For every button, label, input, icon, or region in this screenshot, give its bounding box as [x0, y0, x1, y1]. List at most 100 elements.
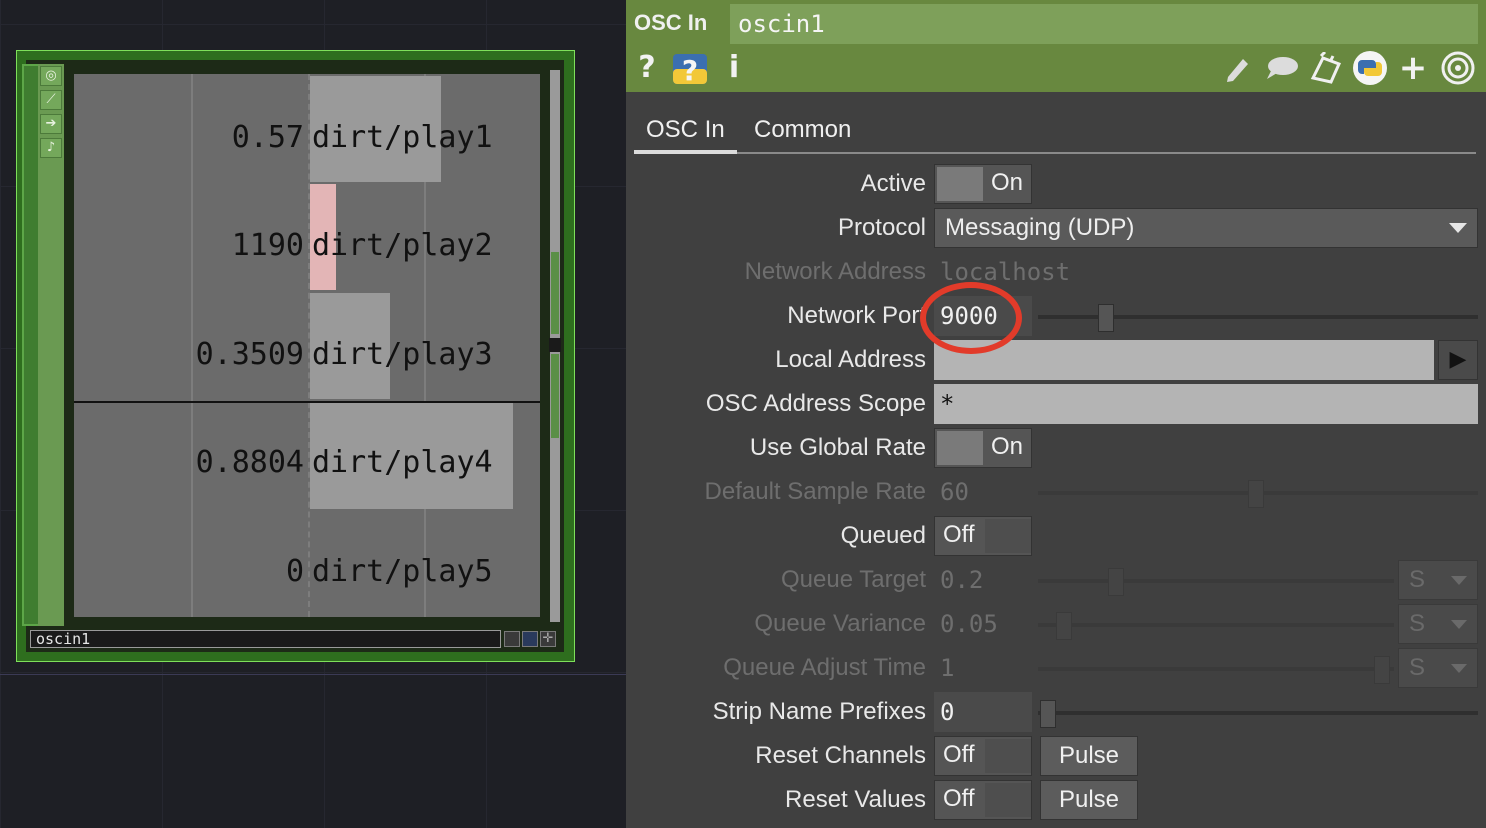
- reset-channels-pulse-button[interactable]: Pulse: [1040, 736, 1138, 776]
- scrollbar-track: [551, 354, 559, 438]
- param-label: Queue Adjust Time: [723, 654, 926, 681]
- svg-text:?: ?: [682, 54, 698, 86]
- toggle-value: Off: [943, 741, 975, 768]
- param-label: Use Global Rate: [749, 434, 926, 461]
- param-label: Network Address: [744, 258, 926, 285]
- param-reset-values: Reset Values Off Pulse: [626, 780, 1486, 822]
- param-local-address: Local Address ▶: [626, 340, 1486, 382]
- default-sample-rate-value[interactable]: 60: [940, 478, 969, 506]
- toggle-knob: [985, 519, 1031, 553]
- slider-handle[interactable]: [1098, 304, 1114, 332]
- param-reset-channels: Reset Channels Off Pulse: [626, 736, 1486, 778]
- scrollbar-thumb[interactable]: [549, 338, 561, 352]
- help-icon[interactable]: ?: [634, 48, 660, 88]
- param-label: Queue Target: [781, 566, 926, 593]
- slider-handle[interactable]: [1108, 568, 1124, 596]
- queue-adjust-time-value[interactable]: 1: [940, 654, 954, 682]
- python-help-icon[interactable]: ?: [670, 48, 710, 88]
- active-toggle[interactable]: On: [934, 164, 1032, 204]
- toggle-value: Off: [943, 785, 975, 812]
- toggle-knob: [937, 431, 983, 465]
- reset-values-pulse-button[interactable]: Pulse: [1040, 780, 1138, 820]
- parameter-tabs: OSC In Common: [634, 112, 1476, 154]
- reset-channels-toggle[interactable]: Off: [934, 736, 1032, 776]
- operator-type: OSC In: [634, 10, 708, 35]
- operator-name-field[interactable]: oscin1: [730, 4, 1478, 44]
- slider-handle[interactable]: [1248, 480, 1264, 508]
- toggle-value: On: [991, 169, 1024, 196]
- toggle-knob: [985, 739, 1031, 773]
- param-strip-name-prefixes: Strip Name Prefixes 0: [626, 692, 1486, 734]
- protocol-dropdown[interactable]: Messaging (UDP): [934, 208, 1478, 248]
- bypass-flag-icon[interactable]: ♪: [40, 138, 62, 158]
- param-default-sample-rate: Default Sample Rate 60: [626, 472, 1486, 514]
- channel-row: 0.8804 dirt/play4: [74, 399, 540, 507]
- param-use-global-rate: Use Global Rate On: [626, 428, 1486, 470]
- target-icon[interactable]: [1438, 48, 1478, 88]
- param-label: Network Port: [787, 302, 926, 329]
- pencil-icon[interactable]: [1222, 48, 1254, 88]
- local-address-field[interactable]: [934, 340, 1434, 380]
- channel-value: 0.8804: [195, 445, 304, 480]
- channel-row: 0 dirt/play5: [74, 508, 540, 616]
- clone-icon[interactable]: [1308, 48, 1344, 88]
- network-editor[interactable]: ◎ ⟋ ➔ ♪ 0.57 dirt/play1 1190 dirt/play2 …: [0, 0, 626, 828]
- param-queued: Queued Off: [626, 516, 1486, 558]
- queue-variance-slider[interactable]: [1038, 612, 1394, 640]
- local-address-menu-button[interactable]: ▶: [1438, 340, 1478, 380]
- slider-handle[interactable]: [1056, 612, 1072, 640]
- output-flag-icon[interactable]: ➔: [40, 114, 62, 134]
- channel-name: dirt/play1: [312, 120, 493, 155]
- node-name-label[interactable]: oscin1: [30, 630, 501, 648]
- queue-target-unit-dropdown[interactable]: S: [1398, 560, 1478, 600]
- dropdown-value: Messaging (UDP): [945, 214, 1135, 241]
- viewer-flag-icon[interactable]: ◎: [40, 66, 62, 86]
- channel-viewer[interactable]: 0.57 dirt/play1 1190 dirt/play2 0.3509 d…: [74, 74, 540, 617]
- channel-row: 0.3509 dirt/play3: [74, 291, 540, 399]
- tab-osc-in[interactable]: OSC In: [634, 114, 737, 154]
- plus-icon[interactable]: +: [1396, 48, 1430, 88]
- queued-toggle[interactable]: Off: [934, 516, 1032, 556]
- queue-variance-value[interactable]: 0.05: [940, 610, 998, 638]
- param-label: Strip Name Prefixes: [712, 698, 926, 725]
- channel-name: dirt/play5: [312, 554, 493, 589]
- queue-adjust-time-slider[interactable]: [1038, 656, 1394, 684]
- annotation-circle: [920, 282, 1022, 354]
- channel-value: 1190: [231, 228, 304, 263]
- network-divider: [0, 674, 626, 675]
- param-queue-adjust-time: Queue Adjust Time 1 S: [626, 648, 1486, 690]
- osc-address-scope-field[interactable]: *: [934, 384, 1478, 424]
- tab-common[interactable]: Common: [742, 114, 863, 146]
- param-label: Reset Channels: [755, 742, 926, 769]
- channel-value: 0.3509: [195, 337, 304, 372]
- strip-name-prefixes-value: 0: [940, 698, 955, 726]
- network-port-slider[interactable]: [1038, 304, 1478, 332]
- slider-handle[interactable]: [1374, 656, 1390, 684]
- queue-target-value[interactable]: 0.2: [940, 566, 983, 594]
- node-expand-icon[interactable]: ✛: [540, 631, 556, 647]
- info-icon[interactable]: i: [722, 48, 746, 88]
- reset-values-toggle[interactable]: Off: [934, 780, 1032, 820]
- default-sample-rate-slider[interactable]: [1038, 480, 1478, 508]
- queue-target-slider[interactable]: [1038, 568, 1394, 596]
- channel-row: 0.57 dirt/play1: [74, 74, 540, 182]
- python-icon[interactable]: [1352, 48, 1388, 88]
- param-active: Active On: [626, 164, 1486, 206]
- slider-handle[interactable]: [1040, 700, 1056, 728]
- node-display-icon[interactable]: [522, 631, 538, 647]
- node-lock-icon[interactable]: [504, 631, 520, 647]
- comment-icon[interactable]: [1264, 48, 1300, 88]
- parameter-panel: OSC In oscin1 ? ? i + OSC In Common Acti…: [626, 0, 1486, 828]
- strip-name-prefixes-slider[interactable]: [1038, 700, 1478, 728]
- queue-adjust-time-unit-dropdown[interactable]: S: [1398, 648, 1478, 688]
- viewer-scrollbar[interactable]: [549, 70, 561, 622]
- chevron-down-icon: [1449, 223, 1467, 233]
- channel-name: dirt/play3: [312, 337, 493, 372]
- queue-variance-unit-dropdown[interactable]: S: [1398, 604, 1478, 644]
- param-label: OSC Address Scope: [705, 390, 926, 417]
- param-osc-address-scope: OSC Address Scope *: [626, 384, 1486, 426]
- param-queue-variance: Queue Variance 0.05 S: [626, 604, 1486, 646]
- toggle-knob: [937, 167, 983, 201]
- export-flag-icon[interactable]: ⟋: [40, 90, 62, 110]
- use-global-rate-toggle[interactable]: On: [934, 428, 1032, 468]
